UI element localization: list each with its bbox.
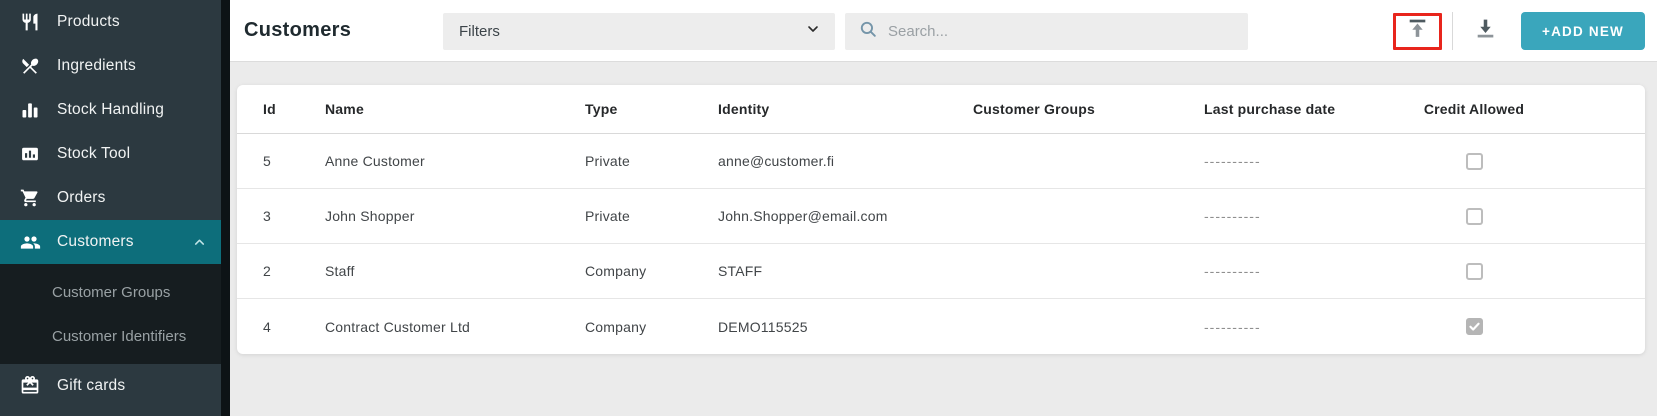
- credit-allowed-checkbox[interactable]: [1466, 318, 1483, 335]
- sidebar-subitem-customer-groups[interactable]: Customer Groups: [0, 270, 221, 314]
- boxed-chart-icon: [18, 143, 42, 165]
- cell-identity: John.Shopper@email.com: [718, 208, 973, 224]
- chevron-down-icon: [805, 21, 821, 42]
- utensils-icon: [18, 11, 42, 33]
- filters-dropdown[interactable]: Filters: [443, 13, 835, 50]
- divider: [1452, 12, 1453, 50]
- cell-last-purchase-date: ----------: [1204, 319, 1404, 335]
- customers-table-card: IdNameTypeIdentityCustomer GroupsLast pu…: [237, 85, 1645, 354]
- cell-name: John Shopper: [325, 208, 585, 224]
- cart-icon: [18, 187, 42, 209]
- cell-id: 5: [263, 153, 325, 169]
- column-header-identity: Identity: [718, 101, 973, 117]
- download-button[interactable]: [1463, 13, 1507, 50]
- table-row[interactable]: 3 John Shopper Private John.Shopper@emai…: [237, 189, 1645, 244]
- credit-allowed-checkbox[interactable]: [1466, 153, 1483, 170]
- cell-type: Private: [585, 153, 718, 169]
- cell-identity: STAFF: [718, 263, 973, 279]
- table-row[interactable]: 4 Contract Customer Ltd Company DEMO1155…: [237, 299, 1645, 354]
- filters-label: Filters: [459, 23, 805, 40]
- sidebar-item-orders[interactable]: Orders: [0, 176, 221, 220]
- cell-id: 4: [263, 319, 325, 335]
- cell-last-purchase-date: ----------: [1204, 208, 1404, 224]
- credit-allowed-checkbox[interactable]: [1466, 263, 1483, 280]
- app-window: Products Ingredients Stock Handling Stoc…: [0, 0, 1657, 416]
- search-box: [845, 13, 1248, 50]
- sidebar-item-gift-cards[interactable]: Gift cards: [0, 364, 221, 408]
- search-input[interactable]: [888, 23, 1236, 40]
- sidebar-item-products[interactable]: Products: [0, 0, 221, 44]
- download-icon: [1473, 16, 1498, 46]
- cell-name: Anne Customer: [325, 153, 585, 169]
- bar-chart-icon: [18, 99, 42, 121]
- cell-last-purchase-date: ----------: [1204, 263, 1404, 279]
- page-title: Customers: [244, 19, 351, 42]
- search-icon: [859, 20, 878, 44]
- cell-id: 3: [263, 208, 325, 224]
- sidebar-item-stock-handling[interactable]: Stock Handling: [0, 88, 221, 132]
- cell-credit-allowed: [1404, 263, 1544, 280]
- annotation-highlight-box: [1393, 13, 1442, 50]
- table-header-row: IdNameTypeIdentityCustomer GroupsLast pu…: [237, 85, 1645, 134]
- column-header-customer-groups: Customer Groups: [973, 101, 1204, 117]
- chevron-up-icon: [191, 234, 207, 250]
- cell-identity: anne@customer.fi: [718, 153, 973, 169]
- cell-name: Contract Customer Ltd: [325, 319, 585, 335]
- people-icon: [18, 231, 42, 253]
- table-body: 5 Anne Customer Private anne@customer.fi…: [237, 134, 1645, 354]
- credit-allowed-checkbox[interactable]: [1466, 208, 1483, 225]
- sidebar-submenu: Customer Groups Customer Identifiers: [0, 264, 221, 364]
- cell-type: Company: [585, 319, 718, 335]
- cell-id: 2: [263, 263, 325, 279]
- sidebar-nav: Products Ingredients Stock Handling Stoc…: [0, 0, 221, 408]
- cell-type: Company: [585, 263, 718, 279]
- table-row[interactable]: 2 Staff Company STAFF ----------: [237, 244, 1645, 299]
- upload-button[interactable]: [1396, 13, 1439, 50]
- upload-icon: [1405, 16, 1430, 46]
- main-area: Customers Filters: [230, 0, 1657, 416]
- header-actions: +ADD NEW: [1393, 0, 1645, 62]
- gift-card-icon: [18, 375, 42, 397]
- cell-type: Private: [585, 208, 718, 224]
- add-new-button[interactable]: +ADD NEW: [1521, 12, 1645, 50]
- cell-name: Staff: [325, 263, 585, 279]
- cell-credit-allowed: [1404, 318, 1544, 335]
- cell-credit-allowed: [1404, 153, 1544, 170]
- topbar: Customers Filters: [230, 0, 1657, 62]
- sidebar-scrollbar[interactable]: [221, 0, 230, 416]
- column-header-name: Name: [325, 101, 585, 117]
- sidebar-item-ingredients[interactable]: Ingredients: [0, 44, 221, 88]
- cell-credit-allowed: [1404, 208, 1544, 225]
- column-header-type: Type: [585, 101, 718, 117]
- crossed-utensils-icon: [18, 55, 42, 77]
- sidebar: Products Ingredients Stock Handling Stoc…: [0, 0, 221, 416]
- content-area: IdNameTypeIdentityCustomer GroupsLast pu…: [230, 62, 1657, 416]
- sidebar-item-customers[interactable]: Customers: [0, 220, 221, 264]
- column-header-id: Id: [263, 101, 325, 117]
- cell-identity: DEMO115525: [718, 319, 973, 335]
- column-header-credit-allowed: Credit Allowed: [1404, 101, 1544, 117]
- cell-last-purchase-date: ----------: [1204, 153, 1404, 169]
- column-header-last-purchase-date: Last purchase date: [1204, 101, 1404, 117]
- sidebar-subitem-customer-identifiers[interactable]: Customer Identifiers: [0, 314, 221, 358]
- sidebar-item-stock-tool[interactable]: Stock Tool: [0, 132, 221, 176]
- table-row[interactable]: 5 Anne Customer Private anne@customer.fi…: [237, 134, 1645, 189]
